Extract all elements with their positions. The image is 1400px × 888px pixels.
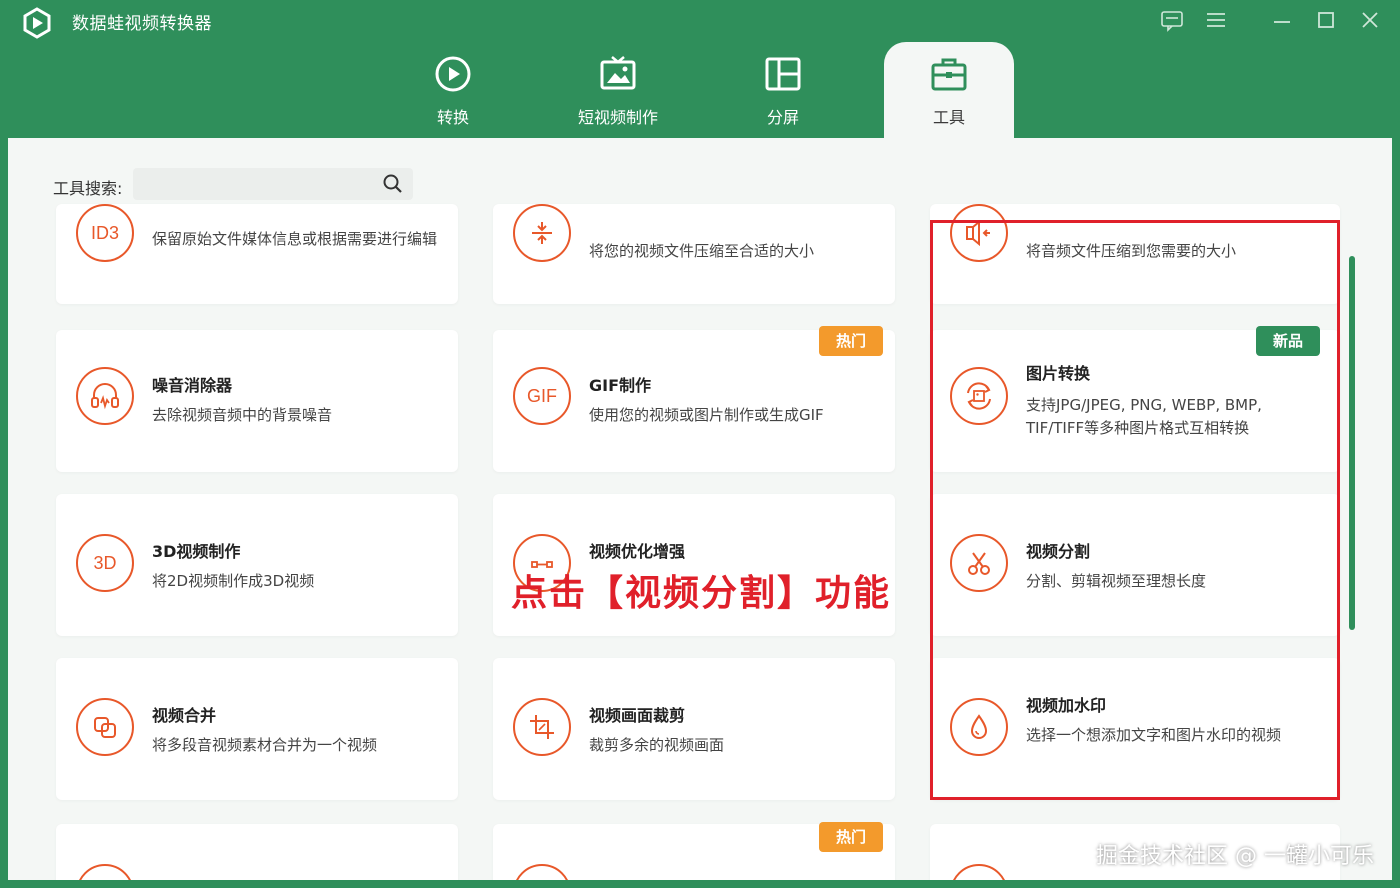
convert-icon: [433, 54, 473, 94]
video-compress-icon: [513, 204, 571, 262]
close-icon[interactable]: [1358, 6, 1388, 34]
tool-title: 噪音消除器: [152, 376, 233, 395]
minimize-icon[interactable]: [1270, 6, 1300, 34]
tool-desc: 裁剪多余的视频画面: [589, 736, 725, 754]
tool-card-id3[interactable]: ID3 保留原始文件媒体信息或根据需要进行编辑: [56, 204, 458, 304]
tool-card-video-compress[interactable]: 将您的视频文件压缩至合适的大小: [493, 204, 895, 304]
feedback-icon[interactable]: [1160, 6, 1190, 34]
partial-tool-icon: [76, 864, 134, 880]
tool-desc: 将2D视频制作成3D视频: [152, 572, 315, 590]
hot-badge: 热门: [819, 822, 883, 852]
tool-desc: 将您的视频文件压缩至合适的大小: [589, 242, 815, 260]
search-input[interactable]: [133, 168, 413, 200]
tool-desc: 保留原始文件媒体信息或根据需要进行编辑: [152, 230, 438, 248]
headphones-icon: [76, 367, 134, 425]
tab-label: 转换: [436, 108, 469, 127]
title-bar: 数据蛙视频转换器: [0, 0, 1400, 140]
tab-tools[interactable]: 工具: [884, 42, 1014, 140]
tool-title: 视频画面裁剪: [589, 706, 686, 725]
tool-title: 视频合并: [152, 706, 217, 725]
id3-icon: ID3: [76, 204, 134, 262]
highlight-box: [930, 220, 1340, 800]
menu-icon[interactable]: [1204, 6, 1234, 34]
app-logo-icon: [20, 6, 54, 40]
tab-convert[interactable]: 转换: [388, 48, 518, 140]
search-icon[interactable]: [382, 173, 404, 195]
tool-title: 3D视频制作: [152, 542, 241, 561]
tool-desc: 将多段音视频素材合并为一个视频: [152, 736, 378, 754]
tool-title: GIF制作: [589, 376, 652, 395]
tool-card-partial[interactable]: [56, 824, 458, 880]
tool-card-merge[interactable]: 视频合并 将多段音视频素材合并为一个视频: [56, 658, 458, 800]
tab-split-screen[interactable]: 分屏: [718, 48, 848, 140]
gif-icon: GIF: [513, 367, 571, 425]
hot-badge: 热门: [819, 326, 883, 356]
merge-icon: [76, 698, 134, 756]
toolbox-icon: [929, 54, 969, 94]
tab-short-video[interactable]: 短视频制作: [553, 48, 683, 140]
app-title: 数据蛙视频转换器: [72, 14, 212, 34]
tool-desc: 使用您的视频或图片制作或生成GIF: [589, 406, 824, 424]
3d-icon: 3D: [76, 534, 134, 592]
partial-tool-icon: [513, 864, 571, 880]
tool-desc: 去除视频音频中的背景噪音: [152, 406, 333, 424]
tool-card-3d[interactable]: 3D 3D视频制作 将2D视频制作成3D视频: [56, 494, 458, 636]
tool-title: 视频优化增强: [589, 542, 686, 561]
tool-card-noise-remover[interactable]: 噪音消除器 去除视频音频中的背景噪音: [56, 330, 458, 472]
split-screen-icon: [763, 54, 803, 94]
annotation-text: 点击【视频分割】功能: [511, 573, 892, 614]
partial-tool-icon: [950, 864, 1008, 880]
short-video-icon: [598, 54, 638, 94]
scrollbar-thumb[interactable]: [1349, 256, 1355, 630]
maximize-icon[interactable]: [1314, 6, 1344, 34]
search-label: 工具搜索:: [53, 179, 123, 198]
tab-label: 短视频制作: [577, 108, 658, 127]
tab-label: 工具: [932, 108, 965, 127]
watermark-text: 掘金技术社区 @ 一罐小可乐: [1096, 844, 1374, 869]
tab-label: 分屏: [766, 108, 799, 127]
tool-card-crop[interactable]: 视频画面裁剪 裁剪多余的视频画面: [493, 658, 895, 800]
tools-panel: 工具搜索: ID3 保留原始文件媒体信息或根据需要进行编辑 将您的视频文件压缩至…: [8, 138, 1392, 880]
crop-icon: [513, 698, 571, 756]
